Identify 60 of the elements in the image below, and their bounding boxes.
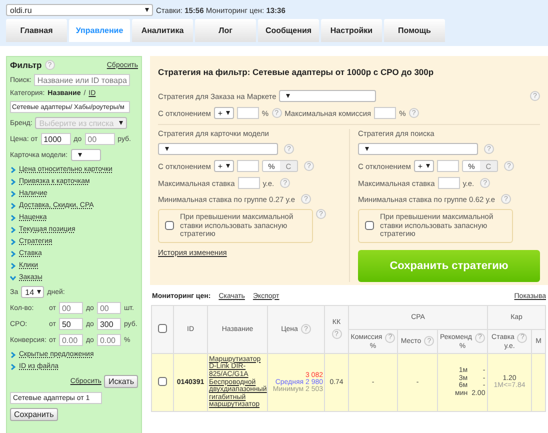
nav-tab[interactable]: Помощь [384,19,445,42]
filter-title: Фильтр [10,60,42,70]
search-field[interactable]: Название или ID товара [34,74,130,86]
chevron-right-icon[interactable] [10,226,16,232]
save-button[interactable]: Сохранить [10,408,58,421]
search-button[interactable]: Искать [104,375,138,388]
to-field[interactable]: 00 [96,302,121,314]
site-select[interactable]: oldi.ru [6,4,153,16]
chevron-right-icon[interactable] [10,352,16,358]
chevron-right-icon[interactable] [10,250,16,256]
max-bid-field[interactable] [238,177,260,189]
chevron-down-icon[interactable] [10,274,16,280]
nav-tab[interactable]: Настройки [321,19,382,42]
from-field[interactable]: 00 [58,302,83,314]
to-field[interactable]: 300 [96,318,121,330]
checkbox[interactable] [165,221,174,230]
strategy-select[interactable] [358,143,478,155]
chevron-right-icon[interactable] [10,166,16,172]
nav-tab[interactable]: Лог [195,19,256,42]
from-field[interactable]: 0.00 [58,334,83,346]
nav-tab[interactable]: Аналитика [132,19,193,42]
chevron-right-icon[interactable] [10,202,16,208]
max-bid-field[interactable] [438,177,460,189]
sign-select[interactable]: + [414,160,434,172]
caret-icon [426,164,430,168]
deviation-field[interactable] [436,160,459,172]
caret-icon [165,147,169,151]
chevron-right-icon[interactable] [10,262,16,268]
chevron-right-icon[interactable] [10,178,16,184]
checkbox[interactable] [158,376,167,386]
caret-icon [365,147,369,151]
commission-field[interactable] [374,107,396,119]
caret-icon [119,121,124,125]
period-select[interactable]: 14 [21,286,44,298]
caret-icon [78,153,82,157]
checkbox[interactable] [158,324,167,333]
nav-tab[interactable]: Главная [6,19,67,42]
sign-select[interactable]: + [214,160,234,172]
checkbox[interactable] [365,221,374,230]
caret-icon [226,164,230,168]
deviation-field[interactable] [236,160,259,172]
chevron-right-icon[interactable] [10,190,16,196]
caret-icon [286,94,290,98]
nav-tab[interactable]: Сообщения [258,19,319,42]
to-field[interactable]: 0.00 [96,334,121,346]
chevron-right-icon[interactable] [10,238,16,244]
from-field[interactable]: 50 [58,318,83,330]
chevron-right-icon[interactable] [10,214,16,220]
strategy-title: Стратегия на фильтр: Сетевые адаптеры от 1000р с CPO до 300р [158,67,435,77]
chevron-right-icon[interactable] [10,364,16,370]
price-from-field[interactable]: 1000 [40,133,71,145]
caret-icon [145,8,149,12]
model-card-select[interactable] [70,149,101,161]
strategy-select[interactable] [158,143,278,155]
sign-select[interactable]: + [214,107,234,119]
deviation-field[interactable] [236,107,259,119]
price-to-field[interactable]: 00 [84,133,115,145]
caret-icon [226,111,230,115]
market-strategy-select[interactable] [279,90,376,102]
caret-icon [37,290,42,294]
